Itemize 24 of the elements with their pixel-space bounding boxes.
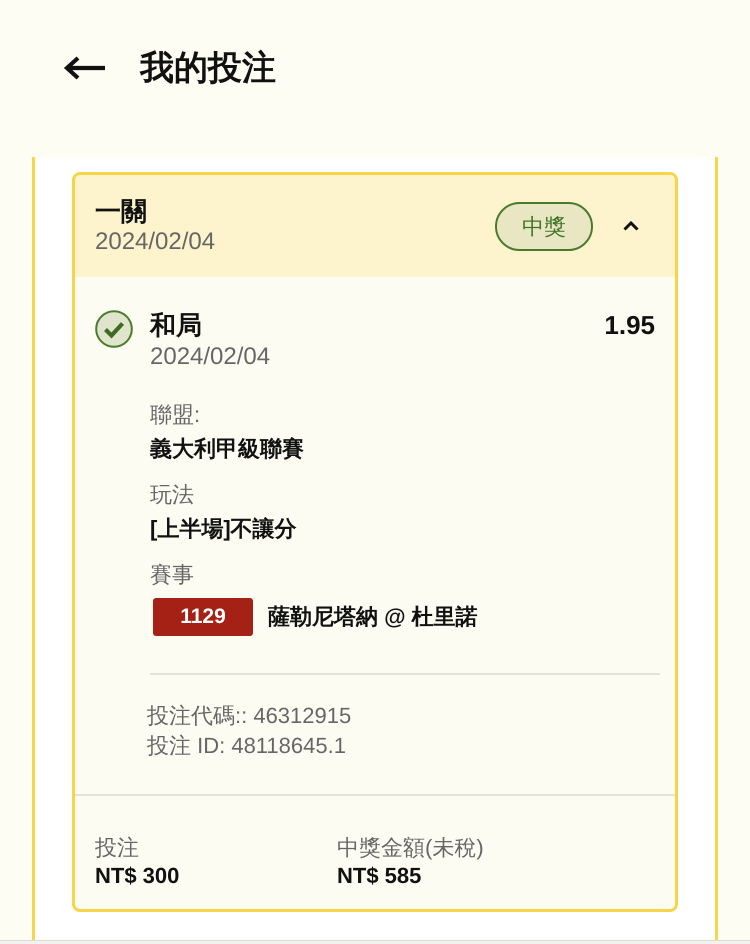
odds-value: 1.95 bbox=[604, 310, 655, 340]
back-arrow-icon bbox=[63, 56, 107, 80]
chevron-up-icon bbox=[623, 221, 639, 231]
match-code-badge: 1129 bbox=[153, 598, 253, 636]
bet-date: 2024/02/04 bbox=[95, 227, 216, 257]
collapse-button[interactable] bbox=[623, 221, 639, 231]
field-value: [上半場]不讓分 bbox=[150, 515, 297, 543]
bet-selection: 和局 bbox=[150, 310, 202, 340]
back-button[interactable] bbox=[63, 56, 107, 80]
summary-amount: NT$ 300 bbox=[95, 862, 180, 890]
bet-type: 一關 bbox=[95, 195, 147, 227]
summary-label: 投注 bbox=[95, 834, 139, 862]
field-label: 賽事 bbox=[150, 561, 194, 589]
match-name: 薩勒尼塔納 @ 杜里諾 bbox=[268, 603, 478, 631]
field-label: 聯盟: bbox=[150, 401, 200, 429]
summary-label: 中獎金額(未稅) bbox=[337, 834, 484, 862]
summary-amount: NT$ 585 bbox=[337, 862, 422, 890]
field-value: 義大利甲級聯賽 bbox=[150, 435, 304, 463]
status-badge: 中獎 bbox=[495, 202, 593, 250]
selection-date: 2024/02/04 bbox=[150, 342, 270, 372]
bet-reference: 投注代碼:: 46312915 bbox=[147, 702, 352, 730]
field-label: 玩法 bbox=[150, 481, 194, 509]
bet-reference: 投注 ID: 48118645.1 bbox=[147, 732, 346, 760]
page-title: 我的投注 bbox=[140, 48, 276, 89]
